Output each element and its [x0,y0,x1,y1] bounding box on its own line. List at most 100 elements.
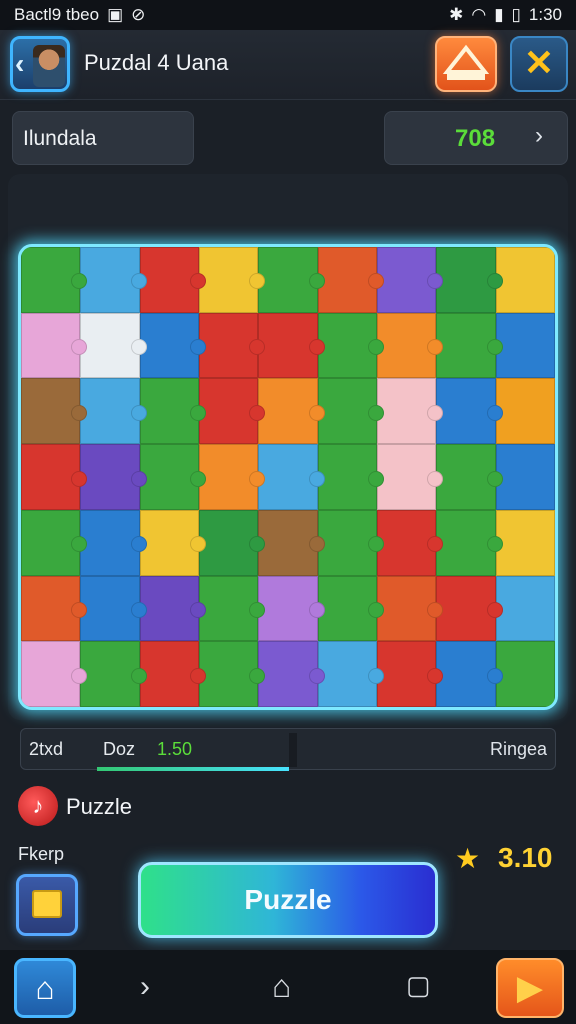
puzzle-piece[interactable] [198,509,266,576]
puzzle-piece[interactable] [80,247,148,313]
puzzle-piece[interactable] [495,312,555,379]
puzzle-piece[interactable] [317,312,385,379]
puzzle-piece[interactable] [258,247,326,313]
puzzle-piece[interactable] [139,509,207,576]
puzzle-piece[interactable] [198,312,266,379]
puzzle-piece[interactable] [80,312,148,379]
puzzle-piece[interactable] [139,247,207,313]
progress-divider [289,733,297,767]
page-title: Puzdal 4 Uana [84,50,229,75]
wifi-icon: ◠ [471,5,487,24]
status-text: Bactl9 tbeo [14,5,100,24]
prize-button[interactable] [435,36,497,92]
progress-track [97,767,289,771]
puzzle-piece[interactable] [258,378,326,445]
signal-icon: ▮ [494,5,504,24]
nav-home-icon[interactable]: ⌂ [272,968,291,1005]
score-panel[interactable]: 708 › [384,111,568,165]
trophy-icon [442,44,490,80]
puzzle-piece[interactable] [21,575,88,642]
puzzle-piece[interactable] [376,378,444,445]
puzzle-piece[interactable] [198,444,266,510]
puzzle-piece[interactable] [198,575,266,642]
puzzle-piece[interactable] [21,378,88,445]
close-icon: ✕ [523,42,555,83]
puzzle-piece[interactable] [317,641,385,707]
progress-value: 1.50 [157,739,193,759]
play-button[interactable]: ▶ [496,958,564,1018]
play-icon: ▶ [516,969,544,1007]
chevron-right-icon: › [535,122,543,149]
puzzle-piece[interactable] [317,575,385,642]
puzzle-piece[interactable] [139,444,207,510]
puzzle-piece[interactable] [80,444,148,510]
puzzle-piece[interactable] [376,509,444,576]
puzzle-piece[interactable] [376,247,444,313]
bluetooth-icon: ✱ [449,5,464,24]
puzzle-piece[interactable] [436,247,504,313]
back-button[interactable]: ‹ [10,36,70,92]
puzzle-piece[interactable] [198,641,266,707]
puzzle-piece[interactable] [21,312,88,379]
nav-recent-icon[interactable]: ▢ [406,970,431,1001]
puzzle-piece[interactable] [258,575,326,642]
puzzle-piece[interactable] [495,444,555,510]
nav-bar: ⌂ › ⌂ ▢ ▶ [0,950,576,1024]
puzzle-piece[interactable] [139,312,207,379]
puzzle-piece[interactable] [317,444,385,510]
home-button[interactable]: ⌂ [14,958,76,1018]
puzzle-piece[interactable] [80,378,148,445]
close-button[interactable]: ✕ [510,36,568,92]
puzzle-piece[interactable] [317,247,385,313]
puzzle-label: Puzzle [66,794,133,819]
puzzle-piece[interactable] [376,444,444,510]
puzzle-piece[interactable] [21,509,88,576]
piece-tray-button[interactable] [16,874,78,936]
puzzle-piece[interactable] [376,641,444,707]
puzzle-piece[interactable] [495,641,555,707]
puzzle-piece[interactable] [80,509,148,576]
progress-fill [97,767,289,771]
puzzle-piece[interactable] [258,641,326,707]
puzzle-piece[interactable] [436,444,504,510]
puzzle-piece[interactable] [139,641,207,707]
puzzle-piece[interactable] [317,378,385,445]
puzzle-piece[interactable] [21,641,88,707]
puzzle-board[interactable] [18,244,558,710]
puzzle-piece[interactable] [436,312,504,379]
rating-value: 3.10 [498,842,553,873]
puzzle-piece[interactable] [436,378,504,445]
puzzle-piece[interactable] [198,378,266,445]
puzzle-piece[interactable] [80,641,148,707]
star-icon: ★ [455,843,481,874]
puzzle-piece[interactable] [376,575,444,642]
puzzle-piece[interactable] [495,575,555,642]
progress-label-b: Doz [103,739,136,759]
status-left: Bactl9 tbeo ▣ ⊘ [14,5,145,25]
puzzle-piece[interactable] [139,575,207,642]
puzzle-piece[interactable] [21,444,88,510]
level-name-panel: Ilundala [12,111,194,165]
puzzle-piece[interactable] [198,247,266,313]
status-right: ✱ ◠ ▮ ▯ 1:30 [449,5,562,25]
level-name: Ilundala [23,127,97,150]
puzzle-piece[interactable] [436,575,504,642]
puzzle-piece[interactable] [376,312,444,379]
puzzle-piece[interactable] [436,641,504,707]
small-label: Fkerp [18,844,65,864]
puzzle-button[interactable]: Puzzle [138,862,438,938]
puzzle-piece[interactable] [495,509,555,576]
puzzle-piece[interactable] [21,247,88,313]
nav-back-icon[interactable]: › [140,970,150,1004]
puzzle-piece[interactable] [139,378,207,445]
puzzle-piece[interactable] [495,247,555,313]
puzzle-piece[interactable] [258,509,326,576]
puzzle-piece[interactable] [80,575,148,642]
puzzle-piece[interactable] [317,509,385,576]
puzzle-piece[interactable] [436,509,504,576]
puzzle-piece[interactable] [258,444,326,510]
no-sound-icon: ⊘ [131,5,146,24]
puzzle-piece-icon [32,890,62,918]
puzzle-piece[interactable] [258,312,326,379]
puzzle-piece[interactable] [495,378,555,445]
